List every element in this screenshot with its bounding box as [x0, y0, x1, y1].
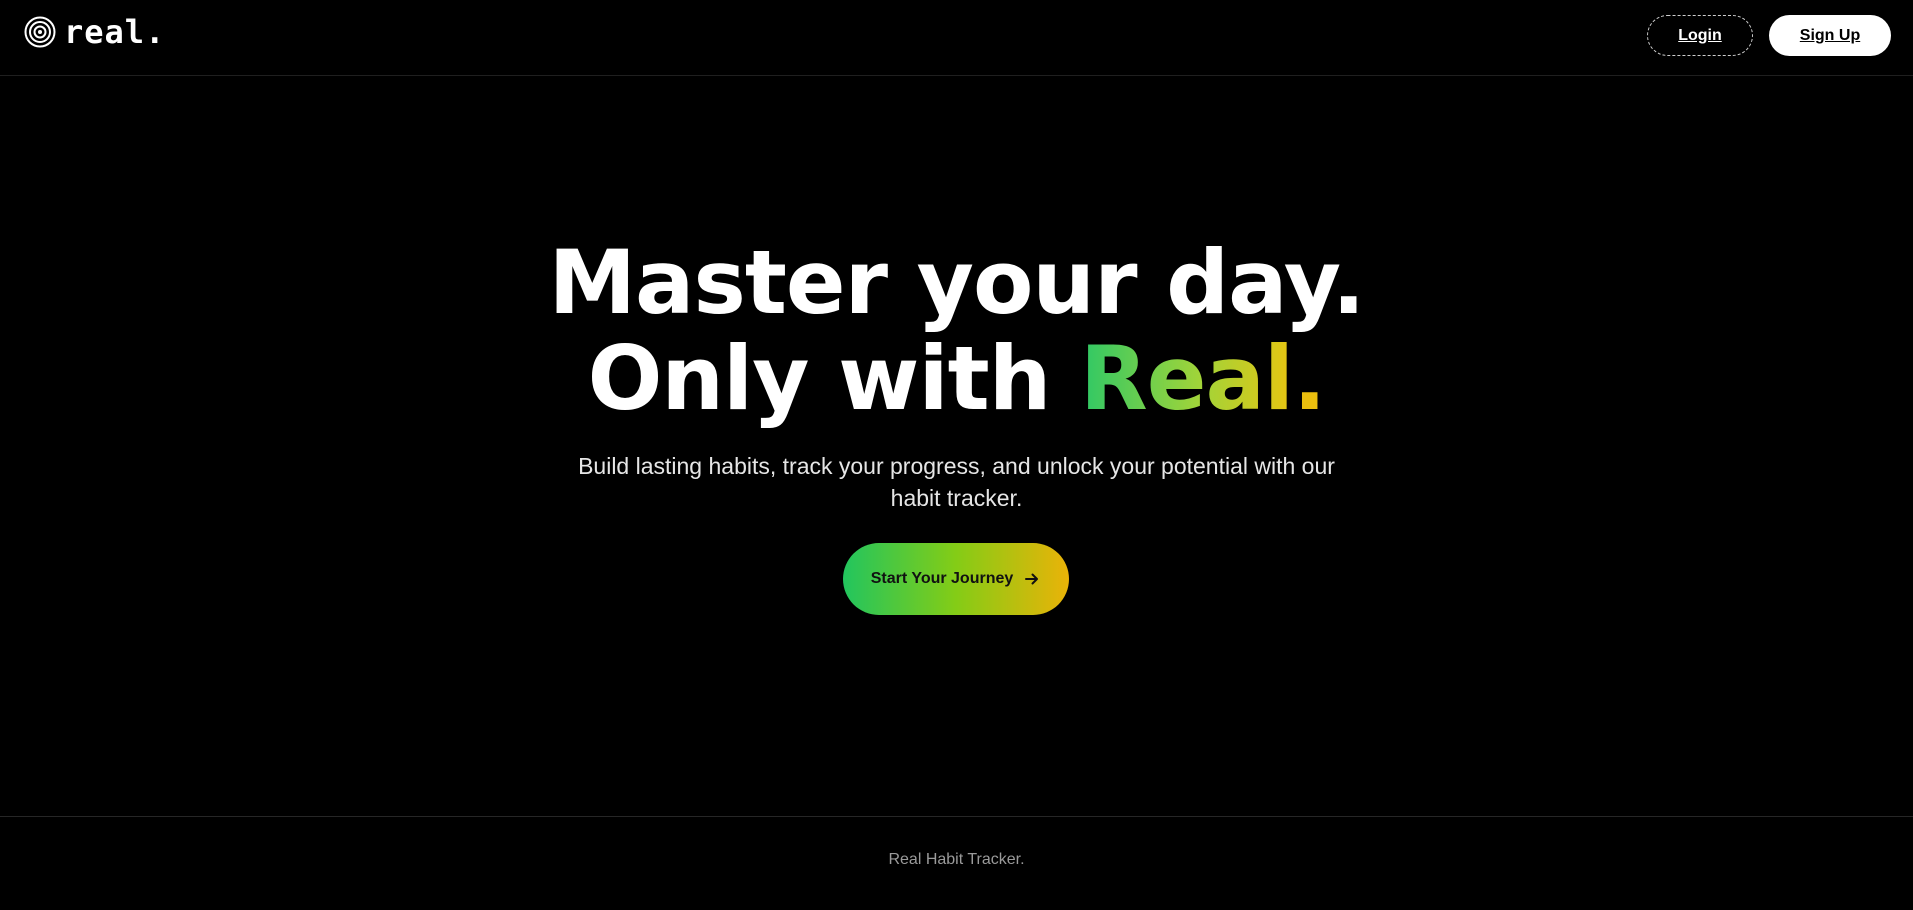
page-footer: Real Habit Tracker. [0, 816, 1913, 910]
concentric-target-icon [24, 16, 56, 48]
login-button[interactable]: Login [1647, 15, 1753, 56]
brand-logo[interactable]: real. [24, 14, 165, 50]
headline-accent-word: Real [1080, 327, 1294, 430]
hero-section: Master your day. Only with Real. Build l… [0, 76, 1913, 816]
brand-name: real. [64, 13, 166, 51]
page: real. Login Sign Up Master your day. Onl… [0, 0, 1913, 910]
headline-line-2-prefix: Only with [587, 327, 1080, 430]
headline-accent-dot: . [1293, 327, 1326, 430]
hero-subtext: Build lasting habits, track your progres… [578, 453, 1335, 511]
start-journey-button[interactable]: Start Your Journey [843, 543, 1069, 615]
arrow-right-icon [1025, 573, 1039, 585]
hero-headline: Master your day. Only with Real. [0, 235, 1913, 427]
footer-text: Real Habit Tracker. [888, 851, 1025, 868]
headline-line-1: Master your day. [548, 231, 1365, 334]
top-nav: real. Login Sign Up [0, 0, 1913, 76]
start-journey-label: Start Your Journey [870, 570, 1014, 587]
signup-button[interactable]: Sign Up [1769, 15, 1891, 56]
nav-actions: Login Sign Up [1647, 15, 1891, 56]
headline-line-2: Only with Real. [0, 331, 1913, 427]
